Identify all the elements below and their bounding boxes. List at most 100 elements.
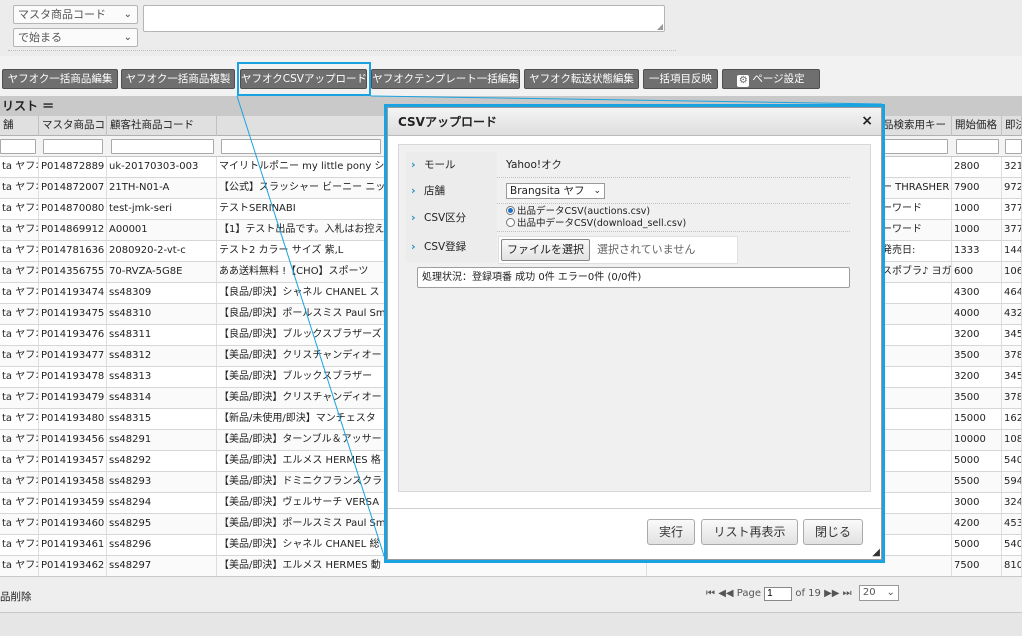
yahoo-transfer-status-edit-button[interactable]: ヤフオク転送状態編集: [524, 69, 639, 89]
choose-file-button[interactable]: ファイルを選択: [501, 239, 590, 261]
chevron-right-icon: ›: [411, 158, 416, 171]
table-cell: [880, 493, 952, 513]
column-filter-input[interactable]: [956, 139, 999, 154]
table-cell: 7500: [952, 556, 1002, 576]
table-cell: 4000: [952, 304, 1002, 324]
field-select[interactable]: マスタ商品コード ⌄: [13, 5, 138, 24]
table-cell: ta ヤフオ: [0, 304, 39, 324]
column-header[interactable]: マスタ商品コ: [39, 116, 107, 136]
column-filter-input[interactable]: [43, 139, 103, 154]
table-cell: ss48297: [107, 556, 217, 576]
column-filter-input[interactable]: [221, 139, 381, 154]
table-cell: 594: [1002, 472, 1022, 492]
radio-selected-icon[interactable]: [506, 206, 515, 215]
column-header[interactable]: 開始価格: [952, 116, 1002, 136]
mall-value: Yahoo!オク: [506, 159, 562, 171]
table-cell: 432: [1002, 304, 1022, 324]
table-cell: ta ヤフオ: [0, 346, 39, 366]
table-cell: ss48293: [107, 472, 217, 492]
column-filter-input[interactable]: [1005, 139, 1022, 154]
column-header[interactable]: 品検索用キー: [880, 116, 952, 136]
first-page-icon[interactable]: ⏮: [706, 588, 715, 599]
yahoo-bulk-copy-button[interactable]: ヤフオク一括商品複製: [121, 69, 235, 89]
table-cell: P014193461: [39, 535, 107, 555]
table-cell: 377: [1002, 220, 1022, 240]
table-cell: P014869912: [39, 220, 107, 240]
store-row: › 店舗 Brangsita ヤフ ⌄: [406, 178, 850, 204]
chevron-right-icon: ›: [411, 211, 416, 224]
bulk-reflect-button[interactable]: 一括項目反映: [643, 69, 718, 89]
table-cell: test-jmk-seri: [107, 199, 217, 219]
table-cell: P014193479: [39, 388, 107, 408]
table-cell: 324: [1002, 493, 1022, 513]
page-number-input[interactable]: [764, 586, 793, 601]
table-cell: 345: [1002, 325, 1022, 345]
delete-products-link[interactable]: 品削除: [0, 589, 32, 604]
dialog-titlebar[interactable]: CSVアップロード ×: [388, 108, 881, 136]
table-cell: [880, 472, 952, 492]
table-cell: スポブラ♪ ヨガ: [880, 262, 952, 282]
table-cell: 70-RVZA-5G8E: [107, 262, 217, 282]
page-label: Page: [736, 588, 761, 599]
table-cell: A00001: [107, 220, 217, 240]
file-input[interactable]: ファイルを選択 選択されていません: [498, 236, 738, 264]
search-textarea[interactable]: ◢: [143, 5, 665, 32]
table-cell: 378: [1002, 346, 1022, 366]
table-cell: ta ヤフオ: [0, 178, 39, 198]
next-page-icon[interactable]: ▶▶: [824, 588, 839, 599]
table-cell: 4200: [952, 514, 1002, 534]
chevron-down-icon: ⌄: [593, 186, 601, 196]
yahoo-bulk-edit-button[interactable]: ヤフオク一括商品編集: [2, 69, 118, 89]
resize-handle-icon[interactable]: ◢: [872, 548, 880, 558]
table-cell: P014193480: [39, 409, 107, 429]
table-cell: P014193474: [39, 283, 107, 303]
column-header[interactable]: 即決: [1002, 116, 1022, 136]
store-select-value: Brangsita ヤフ: [510, 185, 585, 197]
table-cell: ta ヤフオ: [0, 220, 39, 240]
chevron-down-icon: ⌄: [886, 587, 895, 598]
table-cell: ss48315: [107, 409, 217, 429]
resize-grip-icon[interactable]: ◢: [657, 23, 663, 31]
close-button[interactable]: 閉じる: [803, 519, 863, 545]
match-select-value: で始まる: [18, 31, 62, 44]
last-page-icon[interactable]: ⏭: [843, 588, 852, 599]
column-header[interactable]: 舗: [0, 116, 39, 136]
table-cell: 2800: [952, 157, 1002, 177]
match-select[interactable]: で始まる ⌄: [13, 28, 138, 47]
table-cell: ta ヤフオ: [0, 388, 39, 408]
mall-label: › モール: [406, 152, 497, 178]
per-page-value: 20: [862, 587, 876, 598]
table-cell: 1333: [952, 241, 1002, 261]
table-cell: ta ヤフオ: [0, 430, 39, 450]
column-filter-input[interactable]: [111, 139, 214, 154]
refresh-list-button[interactable]: リスト再表示: [701, 519, 798, 545]
table-cell: [880, 325, 952, 345]
table-cell: 540: [1002, 535, 1022, 555]
yahoo-template-bulk-edit-button[interactable]: ヤフオクテンプレート一括編集: [371, 69, 520, 89]
radio-icon[interactable]: [506, 218, 515, 227]
filter-area: マスタ商品コード ⌄ で始まる ⌄ ◢: [0, 0, 1022, 56]
table-cell: ta ヤフオ: [0, 535, 39, 555]
table-cell: 108: [1002, 430, 1022, 450]
store-value-wrap: Brangsita ヤフ ⌄: [506, 178, 605, 204]
page-count: of 19: [795, 588, 821, 599]
column-filter-select[interactable]: [0, 139, 36, 154]
grid-footer: 品削除 ⏮ ◀◀ Page of 19 ▶▶ ⏭ 20 ⌄: [0, 576, 1022, 612]
table-cell: [880, 409, 952, 429]
table-cell: 600: [952, 262, 1002, 282]
table-cell: ta ヤフオ: [0, 199, 39, 219]
table-cell: 10000: [952, 430, 1002, 450]
page-settings-button[interactable]: ⚙ ページ設定: [722, 69, 820, 89]
per-page-select[interactable]: 20 ⌄: [858, 585, 899, 601]
table-cell: uk-20170303-003: [107, 157, 217, 177]
store-select[interactable]: Brangsita ヤフ ⌄: [506, 183, 605, 199]
csv-type-option-download-sell[interactable]: 出品中データCSV(download_sell.csv): [506, 218, 686, 230]
run-button[interactable]: 実行: [647, 519, 695, 545]
table-cell: ss48295: [107, 514, 217, 534]
column-filter-input[interactable]: [884, 139, 948, 154]
csv-type-option-auctions[interactable]: 出品データCSV(auctions.csv): [506, 206, 650, 218]
column-header[interactable]: 顧客社商品コード: [107, 116, 217, 136]
close-icon[interactable]: ×: [861, 113, 873, 129]
table-cell: ss48310: [107, 304, 217, 324]
prev-page-icon[interactable]: ◀◀: [718, 588, 733, 599]
